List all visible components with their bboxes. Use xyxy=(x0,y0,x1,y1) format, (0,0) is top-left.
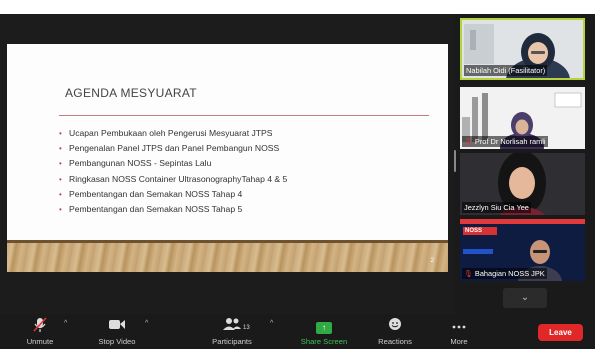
participants-button[interactable]: 13 Participants xyxy=(203,317,261,346)
participants-icon: 13 xyxy=(203,317,261,335)
emoji-reaction-icon xyxy=(372,317,418,335)
participants-count: 13 xyxy=(243,325,250,331)
bullet-icon: • xyxy=(59,159,62,169)
share-screen-icon: ↑ xyxy=(294,317,354,335)
participant-name: Nabilah Oidi (Fasilitator) xyxy=(464,65,548,76)
ellipsis-icon xyxy=(444,317,474,335)
video-tile-prof-norlisah[interactable]: 🎙 Prof Dr Norlisah ramli xyxy=(460,87,585,149)
agenda-list: • Ucapan Pembukaan oleh Pengerusi Mesyuar… xyxy=(59,126,287,217)
reactions-button[interactable]: Reactions xyxy=(372,317,418,346)
leave-meeting-button[interactable]: Leave xyxy=(538,324,583,341)
participant-video-panel: Nabilah Oidi (Fasilitator) 🎙 Prof Dr Norl… xyxy=(460,14,586,314)
participant-name: Jezzlyn Siu Cia Yee xyxy=(462,202,531,213)
video-tile-facilitator[interactable]: Nabilah Oidi (Fasilitator) xyxy=(460,18,585,80)
bullet-icon: • xyxy=(59,189,62,199)
agenda-item: • Ucapan Pembukaan oleh Pengerusi Mesyuar… xyxy=(59,126,287,141)
agenda-item: • Pembangunan NOSS - Sepintas Lalu xyxy=(59,156,287,171)
agenda-item: • Pembentangan dan Semakan NOSS Tahap 5 xyxy=(59,202,287,217)
noss-banner-text: NOSS xyxy=(465,228,483,234)
panel-resize-handle[interactable] xyxy=(454,150,456,172)
slide-title: AGENDA MESYUARAT xyxy=(65,86,197,100)
video-tile-bahagian-noss[interactable]: NOSS 🎙 Bahagian NOSS JPK xyxy=(460,219,585,281)
zoom-meeting-window: AGENDA MESYUARAT • Ucapan Pembukaan oleh … xyxy=(0,14,595,349)
bullet-icon: • xyxy=(59,129,62,138)
stop-video-button[interactable]: Stop Video xyxy=(92,317,142,346)
slide-divider xyxy=(59,115,429,116)
participants-options-caret[interactable]: ^ xyxy=(270,320,273,327)
presentation-slide: AGENDA MESYUARAT • Ucapan Pembukaan oleh … xyxy=(7,44,448,272)
agenda-item: • Pembentangan dan Semakan NOSS Tahap 4 xyxy=(59,187,287,202)
bullet-icon: • xyxy=(59,204,62,214)
video-options-caret[interactable]: ^ xyxy=(145,320,148,327)
more-participants-button[interactable]: ⌄ xyxy=(503,288,547,308)
bullet-icon: • xyxy=(59,174,62,184)
slide-page-number: 2 xyxy=(430,258,434,264)
chevron-down-icon: ⌄ xyxy=(520,292,530,303)
meeting-toolbar: Unmute ^ Stop Video ^ 13 Participants ^ … xyxy=(0,314,595,349)
agenda-item: • Ringkasan NOSS Container Ultrasonograph… xyxy=(59,172,287,187)
audio-options-caret[interactable]: ^ xyxy=(64,320,67,327)
muted-microphone-icon xyxy=(20,317,60,335)
participant-name: 🎙 Bahagian NOSS JPK xyxy=(462,268,547,279)
more-button[interactable]: More xyxy=(444,317,474,346)
agenda-item: • Pengenalan Panel JTPS dan Panel Pembang… xyxy=(59,141,287,156)
bullet-icon: • xyxy=(59,144,62,154)
screen-share-area: AGENDA MESYUARAT • Ucapan Pembukaan oleh … xyxy=(0,14,455,314)
muted-mic-icon: 🎙 xyxy=(464,139,473,146)
unmute-button[interactable]: Unmute xyxy=(20,317,60,346)
share-screen-button[interactable]: ↑ Share Screen xyxy=(294,317,354,346)
muted-mic-icon: 🎙 xyxy=(464,271,473,278)
participant-name: 🎙 Prof Dr Norlisah ramli xyxy=(462,136,548,147)
video-tile-jezzlyn[interactable]: Jezzlyn Siu Cia Yee xyxy=(460,153,585,215)
video-camera-icon xyxy=(92,317,142,335)
slide-wood-floor xyxy=(7,240,448,272)
